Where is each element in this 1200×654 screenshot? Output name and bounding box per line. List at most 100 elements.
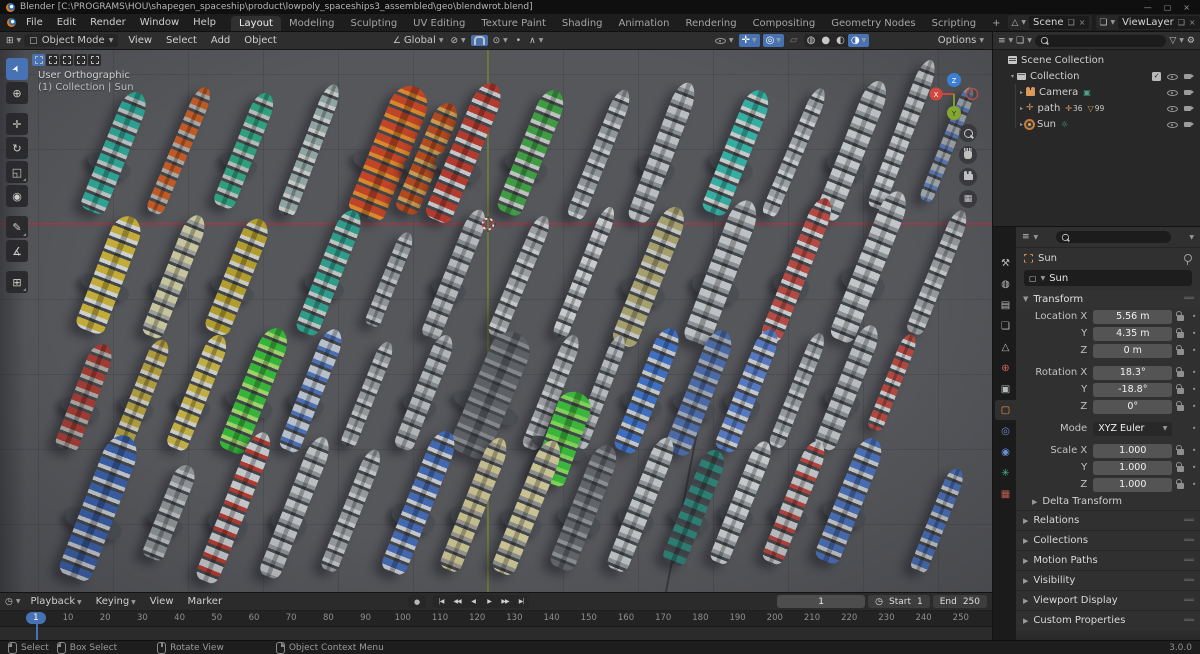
gizmo-toggle[interactable]: ✛ ▼: [738, 34, 760, 47]
lock-icon[interactable]: [1175, 345, 1184, 355]
spaceship[interactable]: [682, 196, 763, 348]
orientation-selector[interactable]: ∠ Global ▼: [393, 35, 444, 46]
workspace-tab-scripting[interactable]: Scripting: [924, 16, 984, 31]
menu-render[interactable]: Render: [83, 16, 133, 29]
properties-tab-world[interactable]: ⊕: [995, 358, 1016, 378]
object-name-field[interactable]: ▢ ▼ Sun: [1024, 270, 1192, 286]
proportional-edit-toggle[interactable]: •: [513, 35, 524, 47]
select-mode-new[interactable]: [32, 54, 45, 66]
start-value[interactable]: 1: [917, 597, 923, 607]
animate-dot-icon[interactable]: •: [1188, 385, 1200, 394]
spaceship[interactable]: [340, 339, 397, 449]
filter-options-icon[interactable]: ⚙: [1187, 36, 1195, 46]
render-visibility-icon[interactable]: [1184, 120, 1195, 129]
shading-material-preview-button[interactable]: ◐: [833, 34, 848, 47]
shading-wireframe-button[interactable]: ◍: [804, 34, 819, 47]
panel-relations[interactable]: ▶ Relations ══: [1016, 510, 1200, 530]
close-button[interactable]: ×: [1183, 3, 1190, 12]
lock-icon[interactable]: [1175, 401, 1184, 411]
properties-tab-physics[interactable]: ◎: [995, 421, 1016, 441]
camera-view-button[interactable]: [959, 168, 977, 186]
lock-icon[interactable]: [1175, 328, 1184, 338]
shading-solid-button[interactable]: ●: [818, 34, 833, 47]
panel-grip-icon[interactable]: ══: [1184, 516, 1194, 526]
properties-tab-object[interactable]: ▢: [995, 400, 1016, 420]
animate-dot-icon[interactable]: •: [1188, 346, 1200, 355]
panel-motion-paths[interactable]: ▶ Motion Paths ══: [1016, 550, 1200, 570]
menu-window[interactable]: Window: [133, 16, 186, 29]
mode-dropdown[interactable]: XYZ Euler ▼: [1093, 421, 1173, 436]
panel-grip-icon[interactable]: ══: [1184, 294, 1194, 304]
jump-end-button[interactable]: ▶|: [513, 595, 529, 608]
animate-dot-icon[interactable]: •: [1188, 329, 1200, 338]
properties-tab-render[interactable]: ◍: [995, 274, 1016, 294]
tool-annotate[interactable]: ✎: [6, 216, 28, 238]
tool-transform[interactable]: ◉: [6, 185, 28, 207]
outliner-search-input[interactable]: [1034, 34, 1167, 47]
navigation-gizmo[interactable]: Z X Y: [928, 66, 980, 124]
outliner-row-sun[interactable]: ▸ Sun ☼: [993, 116, 1200, 132]
checkbox-icon[interactable]: ✓: [1152, 71, 1161, 81]
timeline-menu-keying[interactable]: Keying ▼: [89, 595, 143, 608]
panel-custom-properties[interactable]: ▶ Custom Properties ══: [1016, 610, 1200, 630]
ortho-toggle-button[interactable]: ▦: [959, 190, 977, 208]
spaceship[interactable]: [294, 206, 366, 337]
value-field[interactable]: 1.000: [1093, 477, 1173, 492]
tool-select-box[interactable]: ➤: [6, 58, 28, 80]
snap-toggle[interactable]: [470, 35, 488, 46]
eye-icon[interactable]: [1167, 119, 1178, 130]
spaceship[interactable]: [319, 446, 384, 573]
spaceship[interactable]: [57, 430, 143, 584]
animate-dot-icon[interactable]: •: [1188, 463, 1200, 472]
eye-icon[interactable]: [1167, 87, 1178, 98]
add-workspace-button[interactable]: +: [984, 16, 1008, 31]
workspace-tab-compositing[interactable]: Compositing: [745, 16, 824, 31]
value-field[interactable]: 18.3°: [1093, 365, 1173, 380]
prev-keyframe-button[interactable]: ◀◀: [449, 595, 465, 608]
panel-grip-icon[interactable]: ══: [1184, 616, 1194, 626]
tool-move[interactable]: ✛: [6, 113, 28, 135]
display-mode-icon[interactable]: ❏: [1016, 36, 1024, 46]
eye-icon[interactable]: [1167, 103, 1178, 114]
animate-dot-icon[interactable]: •: [1188, 312, 1200, 321]
timeline-menu-playback[interactable]: Playback ▼: [23, 595, 88, 608]
pin-icon[interactable]: [1184, 254, 1192, 265]
render-visibility-icon[interactable]: [1184, 72, 1195, 81]
delta-transform-panel[interactable]: ▶ Delta Transform: [1016, 493, 1200, 510]
panel-grip-icon[interactable]: ══: [1184, 576, 1194, 586]
outliner-row-path[interactable]: ▸ ✛ path ✛ 36 ▽ 99: [993, 100, 1200, 116]
workspace-tab-rendering[interactable]: Rendering: [677, 16, 744, 31]
panel-viewport-display[interactable]: ▶ Viewport Display ══: [1016, 590, 1200, 610]
properties-tab-tool[interactable]: ⚒: [995, 253, 1016, 273]
pan-button[interactable]: [959, 146, 977, 164]
spaceship[interactable]: [277, 81, 344, 218]
spaceship[interactable]: [905, 207, 971, 336]
frame-ruler[interactable]: 1 10 20 30 40 50 60 70 80 90 100 110 120 130 140 150 16…: [0, 611, 992, 627]
outliner-row-collection[interactable]: ▾ Collection ✓: [993, 68, 1200, 84]
lock-icon[interactable]: [1175, 311, 1184, 321]
lock-icon[interactable]: [1175, 479, 1184, 489]
end-value[interactable]: 250: [963, 597, 980, 607]
snap-target-dropdown[interactable]: ⊙ ▼: [493, 36, 508, 46]
render-visibility-icon[interactable]: [1184, 104, 1195, 113]
breadcrumb-object[interactable]: Sun: [1038, 253, 1057, 264]
maximize-button[interactable]: ▢: [1164, 3, 1172, 12]
render-visibility-icon[interactable]: [1184, 88, 1195, 97]
chevron-down-icon[interactable]: ▼: [1189, 234, 1194, 241]
value-field[interactable]: 0°: [1093, 399, 1173, 414]
workspace-tab-modeling[interactable]: Modeling: [281, 16, 343, 31]
filter-funnel-icon[interactable]: ▽: [1169, 36, 1176, 46]
outliner-editor-icon[interactable]: ≡: [998, 36, 1006, 46]
close-icon[interactable]: ×: [1189, 18, 1196, 27]
panel-grip-icon[interactable]: ══: [1184, 536, 1194, 546]
properties-tab-object-data[interactable]: ✳: [995, 463, 1016, 483]
editor-type-icon[interactable]: ⊞: [6, 36, 14, 46]
viewport-menu-object[interactable]: Object: [237, 34, 284, 47]
spaceship[interactable]: [566, 87, 634, 222]
spaceship[interactable]: [909, 466, 967, 575]
select-mode-extend[interactable]: [46, 54, 59, 66]
properties-tab-texture[interactable]: ▦: [995, 484, 1016, 504]
shading-rendered-button[interactable]: ◑ ▼: [847, 34, 870, 47]
outliner-row-scene-collection[interactable]: Scene Collection: [993, 52, 1200, 68]
value-field[interactable]: -18.8°: [1093, 382, 1173, 397]
